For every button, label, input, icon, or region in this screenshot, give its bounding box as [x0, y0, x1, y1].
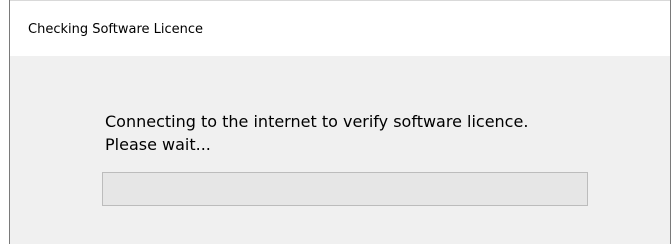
status-message-line-2: Please wait... — [105, 135, 211, 154]
licence-check-dialog: Checking Software Licence Connecting to … — [9, 0, 671, 244]
progress-bar — [102, 172, 588, 206]
status-message-line-1: Connecting to the internet to verify sof… — [105, 112, 529, 131]
dialog-body: Connecting to the internet to verify sof… — [10, 56, 670, 244]
title-bar: Checking Software Licence — [10, 0, 670, 56]
window-title: Checking Software Licence — [28, 22, 204, 37]
status-message: Connecting to the internet to verify sof… — [105, 110, 528, 156]
